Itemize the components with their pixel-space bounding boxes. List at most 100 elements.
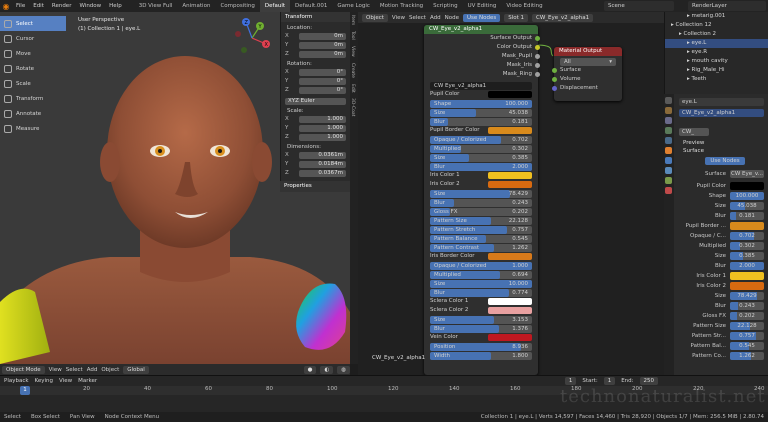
color-swatch[interactable] <box>730 181 764 190</box>
param-value-field[interactable]: 0.202 <box>730 311 764 320</box>
rotation-mode-row[interactable]: XYZ Euler <box>285 97 346 105</box>
material-param-row[interactable]: Blur 0.181 <box>675 211 768 220</box>
menu-render[interactable]: Render <box>48 3 76 9</box>
scale-y-row[interactable]: Y 1.000 <box>285 124 346 132</box>
color-swatch[interactable] <box>488 298 532 305</box>
material-param-row[interactable]: Gloss FX 0.202 <box>675 311 768 320</box>
color-param-row[interactable]: Sclera Color 2 <box>424 306 538 315</box>
param-field[interactable]: Gloss FX 0.202 <box>430 208 532 216</box>
dimensions-x-row[interactable]: X 0.0361m <box>285 151 346 159</box>
param-field[interactable]: Opaque / Colorized 0.702 <box>430 136 532 144</box>
tool-transform[interactable]: Transform <box>0 91 66 106</box>
material-param-row[interactable]: Size 45.038 <box>675 201 768 210</box>
tab-edit[interactable]: Edit <box>350 81 355 96</box>
outliner-item[interactable]: ▸ eye.R <box>665 48 768 57</box>
param-field[interactable]: Width 1.800 <box>430 352 532 360</box>
param-field[interactable]: Shape 100.000 <box>430 100 532 108</box>
dimensions-z-row[interactable]: Z 0.0367m <box>285 169 346 177</box>
material-param-row[interactable]: Pupil Color <box>675 181 768 190</box>
outliner-item[interactable]: ▸ mouth cavity <box>665 57 768 66</box>
material-param-row[interactable]: Pupil Border ... <box>675 221 768 230</box>
outliner-item[interactable]: ▸ Collection 12 <box>665 21 768 30</box>
color-param-row[interactable]: Pupil Border Color <box>424 126 538 135</box>
tool-select[interactable]: Select <box>0 16 66 31</box>
output-socket-row[interactable]: Mask_Pupil <box>424 52 540 61</box>
slot-select[interactable]: Slot 1 <box>504 13 529 22</box>
output-tab-icon[interactable] <box>665 117 672 124</box>
mode-select[interactable]: Object Mode <box>2 365 45 374</box>
output-socket-row[interactable]: Color Output <box>424 43 540 52</box>
workspace-tab[interactable]: Game Logic <box>332 0 375 12</box>
input-socket-row[interactable]: Surface <box>552 66 622 75</box>
param-value-field[interactable]: 0.545 <box>730 341 764 350</box>
socket-icon[interactable] <box>552 77 557 82</box>
ne-menu-view[interactable]: View <box>392 15 405 21</box>
param-field[interactable]: Blur 0.774 <box>430 289 532 297</box>
scene-selector[interactable]: Scene <box>604 1 674 11</box>
rotation-y-row[interactable]: Y 0° <box>285 77 346 85</box>
material-field-row[interactable]: CW_ <box>679 127 768 136</box>
transform-header[interactable]: Transform <box>281 12 350 22</box>
input-socket-row[interactable]: Volume <box>552 75 622 84</box>
use-nodes-toggle[interactable]: Use Nodes <box>462 13 501 22</box>
color-swatch[interactable] <box>488 172 532 179</box>
object-tab-icon[interactable] <box>665 147 672 154</box>
shading-material-icon[interactable]: ◐ <box>320 365 334 374</box>
material-param-row[interactable]: Blur 0.243 <box>675 301 768 310</box>
material-select[interactable]: CW_Eye_v2_alpha1 <box>532 13 594 22</box>
tab-tool[interactable]: Tool <box>350 28 355 43</box>
material-output-node[interactable]: Material Output All ▾ Surface Volume Disp… <box>552 47 622 101</box>
surface-row[interactable]: Surface CW Eye_v... <box>675 169 768 178</box>
param-field[interactable]: Multiplied 0.694 <box>430 271 532 279</box>
constraint-tab-icon[interactable] <box>665 167 672 174</box>
render-tab-icon[interactable] <box>665 107 672 114</box>
workspace-tab[interactable]: Compositing <box>215 0 259 12</box>
socket-icon[interactable] <box>552 86 557 91</box>
color-swatch[interactable] <box>488 181 532 188</box>
param-value-field[interactable]: 0.302 <box>730 241 764 250</box>
param-value-field[interactable]: 0.702 <box>730 231 764 240</box>
param-value-field[interactable]: 78.429 <box>730 291 764 300</box>
material-tab-icon[interactable] <box>665 187 672 194</box>
menu-select[interactable]: Select <box>66 367 83 373</box>
param-value-field[interactable]: 2.000 <box>730 261 764 270</box>
material-param-row[interactable]: Size 78.429 <box>675 291 768 300</box>
scale-y-field[interactable]: 1.000 <box>299 124 346 132</box>
rotation-x-row[interactable]: X 0° <box>285 68 346 76</box>
param-field[interactable]: Size 45.038 <box>430 109 532 117</box>
outliner-item[interactable]: ▸ Teeth <box>665 75 768 84</box>
workspace-tab[interactable]: Video Editing <box>501 0 547 12</box>
output-socket-row[interactable]: Mask_Ring <box>424 70 540 79</box>
preview-panel-header[interactable]: Preview <box>683 140 768 146</box>
timeline-menu-keying[interactable]: Keying <box>35 378 53 384</box>
node-group-datablock[interactable]: CW Eye_v2_alpha1 <box>430 82 532 90</box>
material-param-row[interactable]: Opaque / C... 0.702 <box>675 231 768 240</box>
tool-move[interactable]: Move <box>0 46 66 61</box>
rotation-mode-select[interactable]: XYZ Euler <box>285 97 346 105</box>
material-slot-item[interactable]: CW_Eye_v2_alpha1 <box>679 108 764 117</box>
view-layer-selector[interactable]: RenderLayer <box>688 1 766 11</box>
param-field[interactable]: Pattern Stretch 0.757 <box>430 226 532 234</box>
orientation-select[interactable]: Global <box>123 365 149 374</box>
param-value-field[interactable]: 100.000 <box>730 191 764 200</box>
color-swatch[interactable] <box>488 253 532 260</box>
tab-view[interactable]: View <box>350 43 355 60</box>
menu-edit[interactable]: Edit <box>29 3 48 9</box>
menu-file[interactable]: File <box>12 3 29 9</box>
color-param-row[interactable]: Iris Border Color <box>424 252 538 261</box>
menu-window[interactable]: Window <box>75 3 105 9</box>
object-name-field[interactable]: eye.L <box>679 97 764 106</box>
param-value-field[interactable]: 45.038 <box>730 201 764 210</box>
color-swatch[interactable] <box>488 127 532 134</box>
blender-logo-icon[interactable]: ◉ <box>0 0 12 12</box>
param-field[interactable]: Blur 0.181 <box>430 118 532 126</box>
color-param-row[interactable]: Sclera Color 1 <box>424 297 538 306</box>
dimensions-z-field[interactable]: 0.0367m <box>299 169 346 177</box>
param-field[interactable]: Pattern Contrast 1.262 <box>430 244 532 252</box>
param-field[interactable]: Size 10.000 <box>430 280 532 288</box>
menu-view[interactable]: View <box>49 367 62 373</box>
material-output-title[interactable]: Material Output <box>554 47 622 56</box>
socket-icon[interactable] <box>552 68 557 73</box>
color-swatch[interactable] <box>488 334 532 341</box>
tool-rotate[interactable]: Rotate <box>0 61 66 76</box>
